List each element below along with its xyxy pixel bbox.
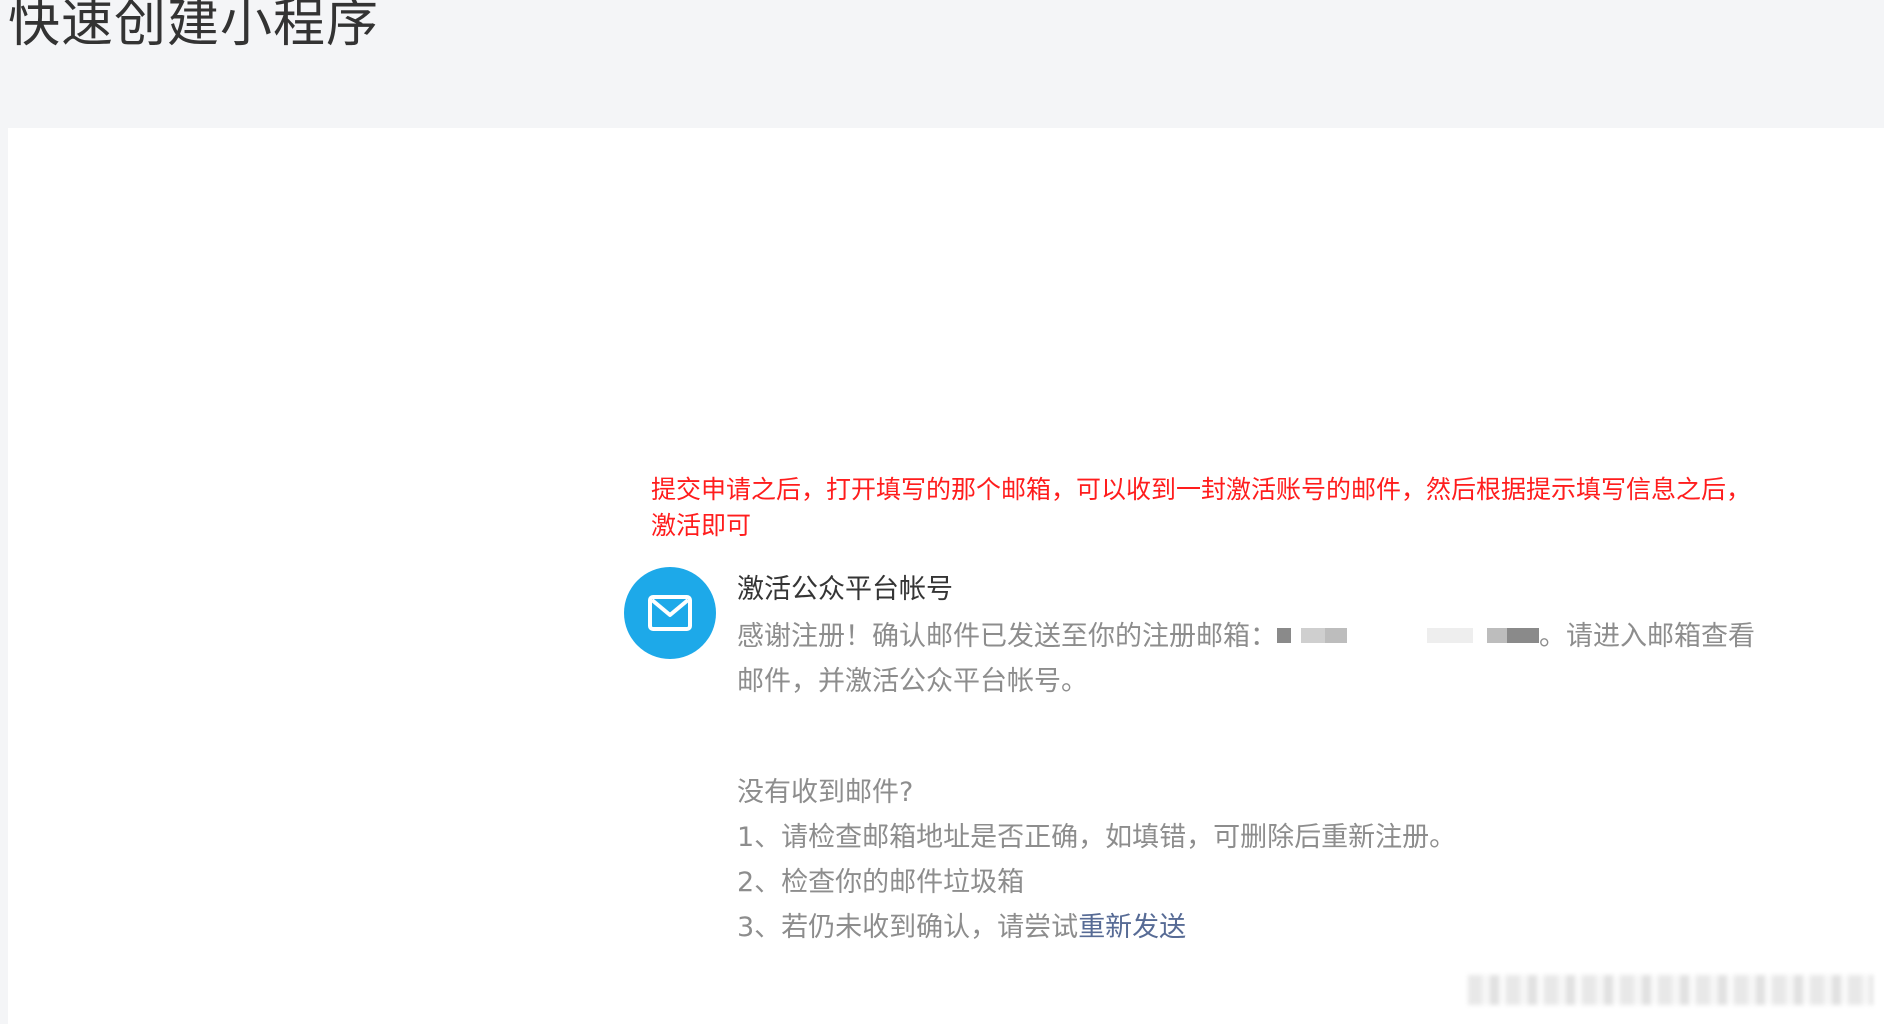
annotation-line: 激活即可 [651,511,752,540]
resend-link[interactable]: 重新发送 [1078,912,1186,943]
help-heading: 没有收到邮件? [737,777,914,808]
mail-icon [624,567,716,659]
page-title: 快速创建小程序 [8,0,380,54]
redacted-email [1277,628,1539,643]
watermark [1468,975,1873,1005]
confirmation-message: 感谢注册！确认邮件已发送至你的注册邮箱： 。请进入邮箱查看 邮件，并激活公众平台帐… [737,614,1797,704]
help-section: 没有收到邮件? 1、请检查邮箱地址是否正确，如填错，可删除后重新注册。 2、检查… [737,770,1456,950]
help-item-text: 3、若仍未收到确认，请尝试 [737,912,1079,943]
help-item: 2、检查你的邮件垃圾箱 [737,867,1025,898]
help-item: 1、请检查邮箱地址是否正确，如填错，可删除后重新注册。 [737,822,1457,853]
annotation-note: 提交申请之后，打开填写的那个邮箱，可以收到一封激活账号的邮件，然后根据提示填写信… [651,472,1884,544]
card-title: 激活公众平台帐号 [737,574,953,605]
confirmation-text: 。请进入邮箱查看 [1539,621,1755,652]
annotation-line: 提交申请之后，打开填写的那个邮箱，可以收到一封激活账号的邮件，然后根据提示填写信… [651,475,1752,504]
confirmation-line: 感谢注册！确认邮件已发送至你的注册邮箱： 。请进入邮箱查看 [737,614,1797,659]
confirmation-text: 感谢注册！确认邮件已发送至你的注册邮箱： [737,621,1277,652]
envelope-glyph [648,595,692,631]
confirmation-text: 邮件，并激活公众平台帐号。 [737,666,1088,697]
help-item: 3、若仍未收到确认，请尝试重新发送 [737,905,1456,950]
